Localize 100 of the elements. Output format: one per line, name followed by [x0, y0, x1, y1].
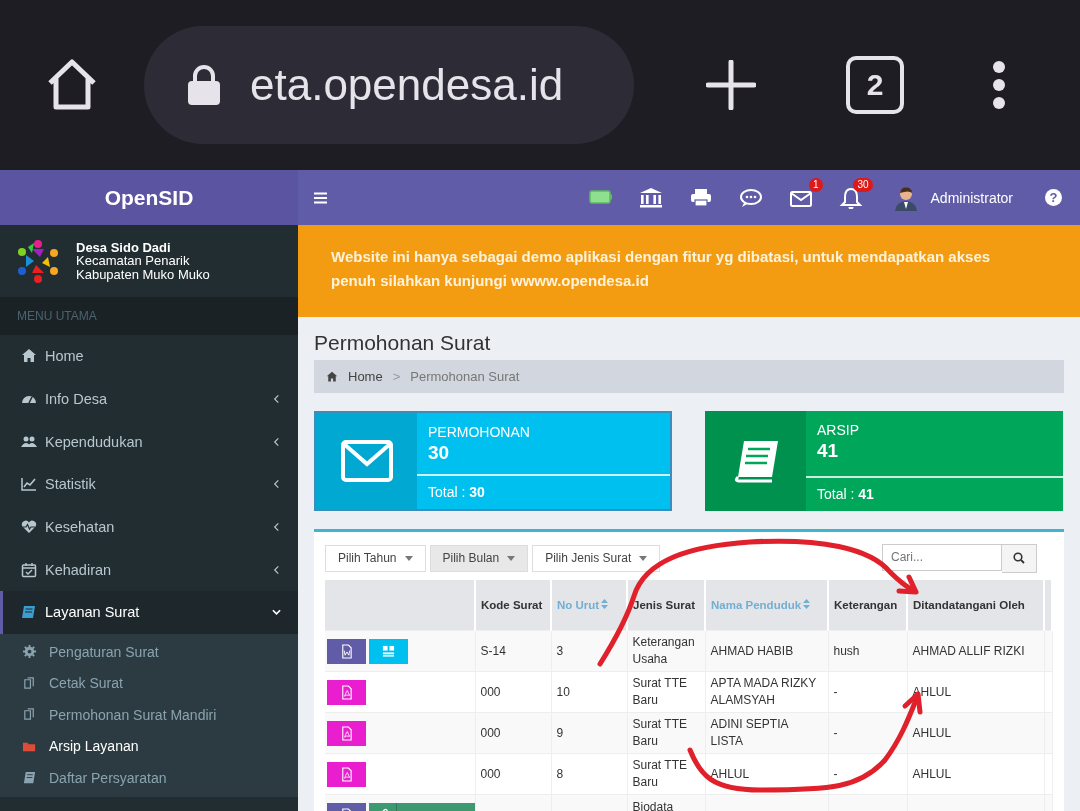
user-name[interactable]: Administrator [930, 189, 1013, 206]
notification-badge: 30 [853, 177, 873, 192]
word-file-icon [340, 643, 353, 659]
column-header: Kode Surat [475, 580, 551, 631]
gear-icon [22, 644, 37, 660]
pdf-action-button[interactable] [327, 720, 366, 746]
card-value: 30 [427, 441, 451, 464]
envelope-icon [340, 439, 393, 483]
village-name: Desa Sido Dadi [76, 240, 172, 255]
menu-item[interactable]: Home [0, 335, 298, 378]
book-icon [21, 604, 37, 621]
table-cell: 8 [556, 766, 564, 781]
url-text: eta.opendesa.id [250, 60, 564, 110]
line-chart-icon [21, 476, 37, 493]
pdf-action-button[interactable] [327, 679, 366, 705]
district-name: Kecamatan Penarik [76, 254, 191, 268]
table-cell: 9 [556, 725, 564, 740]
card-label: ARSIP [816, 421, 860, 438]
submenu-item[interactable]: Arsip Layanan [0, 730, 298, 762]
sort-icon [601, 598, 609, 609]
table-cell: Keterangan Usaha [632, 635, 695, 666]
menu-header: MENU UTAMA [0, 297, 298, 335]
bell-icon[interactable] [838, 186, 863, 209]
home-icon [21, 348, 37, 365]
menu-item[interactable]: Kependudukan [0, 420, 298, 464]
word-action-button[interactable] [327, 638, 366, 664]
table-cell: AHLUL [912, 766, 952, 781]
column-header: Ditandatangani Oleh [907, 580, 1044, 631]
table-cell: hush [833, 643, 860, 658]
more-menu-icon[interactable] [992, 60, 1006, 110]
notification-badge: 1 [808, 177, 823, 192]
table-cell: - [833, 684, 838, 699]
grid-icon [382, 643, 395, 659]
avatar-icon[interactable] [892, 184, 919, 211]
copy-icon [22, 707, 37, 723]
search-icon [1013, 552, 1025, 564]
table-cell: 10 [556, 684, 570, 699]
address-bar[interactable]: eta.opendesa.id [144, 26, 634, 144]
submenu-item[interactable]: Pengaturan Surat [0, 635, 298, 668]
menu-item[interactable]: Kehadiran [0, 548, 298, 592]
table-cell: 000 [480, 766, 501, 781]
filter-dropdown[interactable]: Pilih Jenis Surat [532, 544, 661, 572]
table-cell: Surat TTE Baru [632, 758, 687, 789]
brand-logo[interactable]: OpenSID [0, 170, 298, 225]
column-header: Jenis Surat [627, 580, 705, 631]
table-cell: S-14 [480, 643, 506, 658]
breadcrumb-separator: > [392, 369, 401, 384]
table-cell: AHMAD ALLIF RIZKI [912, 643, 1025, 658]
card-value: 41 [816, 439, 840, 462]
heartbeat-icon [21, 519, 37, 536]
table-cell: 000 [480, 725, 501, 740]
printer-icon[interactable] [688, 186, 713, 209]
table-cell: AHLUL [912, 725, 952, 740]
new-tab-icon[interactable] [706, 60, 756, 110]
card-label: PERMOHONAN [427, 423, 531, 440]
filter-dropdown[interactable]: Pilih Bulan [429, 544, 529, 572]
table-cell: AHMAD HABIB [710, 643, 794, 658]
submenu-item[interactable]: Daftar Persyaratan [0, 761, 298, 794]
breadcrumb-link[interactable]: Home [348, 369, 383, 384]
filter-dropdown[interactable]: Pilih Tahun [325, 544, 426, 572]
book-icon [22, 770, 37, 786]
search-field[interactable]: Cari... [882, 543, 1002, 571]
table-cell: 000 [480, 684, 501, 699]
home-icon [326, 370, 338, 383]
pdf-file-icon [340, 766, 353, 782]
caret-icon [639, 555, 648, 561]
search-button[interactable] [1002, 543, 1037, 573]
menu-icon[interactable] [314, 191, 327, 204]
menu-item[interactable]: Statistik [0, 463, 298, 506]
table-cell: 3 [556, 643, 564, 658]
table-cell: AHLUL [710, 766, 750, 781]
table-cell: - [833, 766, 838, 781]
column-header: Keterangan [828, 580, 907, 631]
regency-name: Kabupaten Muko Muko [76, 267, 210, 282]
menu-item[interactable]: Info Desa [0, 377, 298, 421]
tab-count-button[interactable]: 2 [846, 56, 904, 114]
help-button[interactable]: ? [1045, 189, 1062, 206]
caret-icon [404, 555, 413, 561]
bank-icon[interactable] [638, 186, 663, 209]
table-cell: Surat TTE Baru [632, 676, 687, 707]
lock-icon [186, 64, 222, 106]
submenu-item[interactable]: Cetak Surat [0, 667, 298, 699]
calendar-check-icon [21, 561, 37, 578]
submenu-item[interactable]: Permohonan Surat Mandiri [0, 698, 298, 731]
card-total: Total : 41 [806, 476, 1063, 511]
card-total: Total : 30 [417, 474, 670, 509]
breadcrumb-current: Permohonan Surat [410, 369, 520, 384]
pdf-file-icon [340, 725, 353, 741]
menu-item[interactable]: Layanan Surat [0, 591, 298, 634]
menu-item[interactable]: Kesehatan [0, 505, 298, 549]
chat-icon[interactable] [738, 186, 763, 209]
page-title: Permohonan Surat [314, 331, 492, 355]
pdf-action-button[interactable] [327, 761, 366, 787]
table-cell: APTA MADA RIZKY ALAMSYAH [710, 676, 817, 707]
copy-icon [22, 675, 37, 691]
demo-alert: Website ini hanya sebagai demo aplikasi dengan fitur yg dibatasi, untuk mendapatkan akses penuh silahkan kunjungi wwww.opendesa.id [298, 225, 1080, 317]
table-cell: ADINI SEPTIA LISTA [710, 717, 788, 748]
caret-icon [507, 555, 516, 561]
sort-icon [803, 598, 811, 609]
table-cell: Surat TTE Baru [632, 717, 687, 748]
